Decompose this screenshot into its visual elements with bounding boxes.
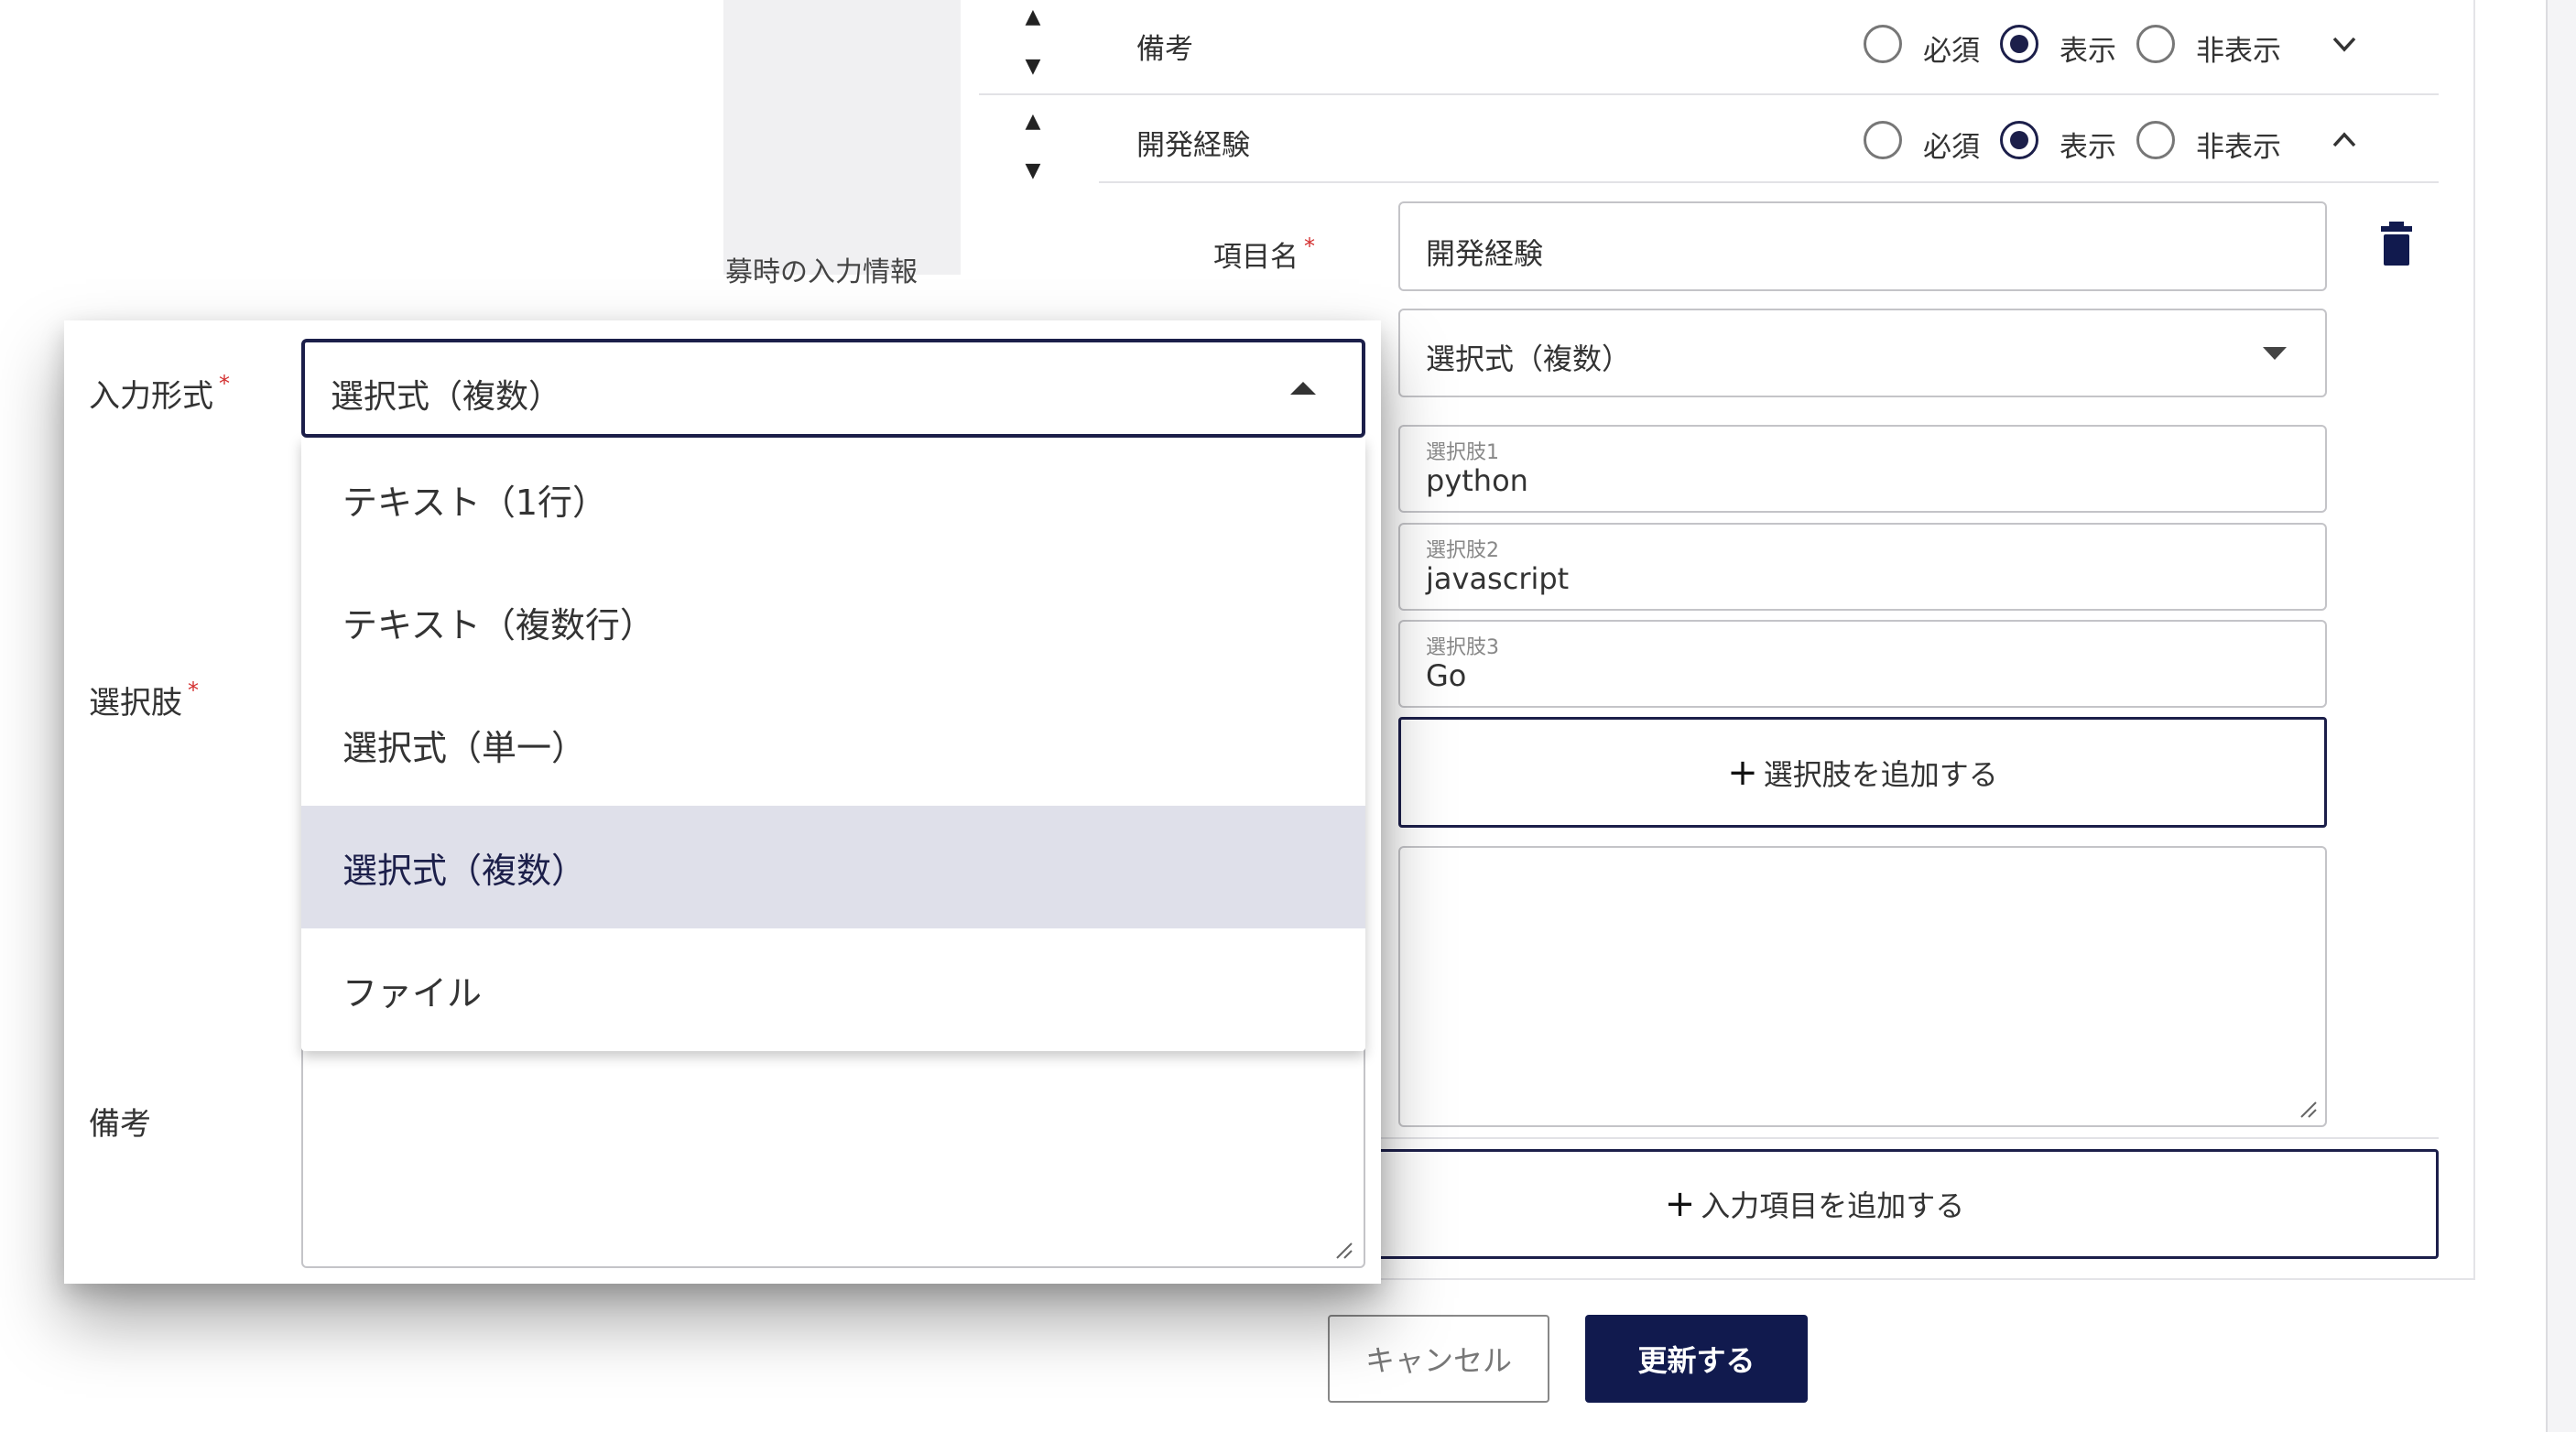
add-field-label: 入力項目を追加する <box>1701 1188 1965 1223</box>
item-name-value: 開発経験 <box>1426 236 1544 271</box>
radio-required[interactable] <box>1864 25 1902 63</box>
page-scroll-edge <box>2546 0 2576 1432</box>
radio-hide[interactable] <box>2136 121 2175 159</box>
choice-value: javascript <box>1426 561 1570 596</box>
field-row-label: 備考 <box>1136 33 1193 66</box>
input-type-label: 入力形式 * <box>89 371 230 415</box>
row-divider <box>979 93 2439 95</box>
radio-show-label: 表示 <box>2060 131 2116 164</box>
move-up-icon[interactable]: ▲ <box>1019 112 1047 132</box>
item-name-label: 項目名 * <box>1213 233 1315 274</box>
choice-float-label: 選択肢2 <box>1426 539 1499 562</box>
field-row-label: 開発経験 <box>1136 129 1250 162</box>
radio-show[interactable] <box>2000 121 2038 159</box>
choice-field-2[interactable]: 選択肢2 javascript <box>1398 523 2327 611</box>
plus-icon: + <box>1727 751 1758 794</box>
cancel-button[interactable]: キャンセル <box>1328 1315 1549 1403</box>
row-divider <box>1099 181 2439 183</box>
notes-label: 備考 <box>89 1106 151 1143</box>
choice-float-label: 選択肢1 <box>1426 441 1499 464</box>
choice-value: Go <box>1426 658 1467 693</box>
add-choice-button[interactable]: + 選択肢を追加する <box>1398 717 2327 828</box>
plus-icon: + <box>1664 1183 1696 1225</box>
section-label: 募時の入力情報 <box>725 256 918 288</box>
background-strip <box>723 0 961 275</box>
choice-float-label: 選択肢3 <box>1426 636 1499 659</box>
radio-show[interactable] <box>2000 25 2038 63</box>
radio-required[interactable] <box>1864 121 1902 159</box>
resize-handle-icon[interactable] <box>1333 1240 1353 1260</box>
chevron-up-icon[interactable] <box>2331 126 2358 154</box>
dropdown-arrow-icon <box>1290 382 1316 395</box>
chevron-down-icon[interactable] <box>2331 30 2358 58</box>
update-button[interactable]: 更新する <box>1585 1315 1808 1403</box>
menu-option[interactable]: 選択式（単一） <box>301 683 1365 806</box>
radio-hide-label: 非表示 <box>2196 131 2281 164</box>
input-type-menu: テキスト（1行） テキスト（複数行） 選択式（単一） 選択式（複数） ファイル <box>301 438 1365 1051</box>
input-type-value: 選択式（複数） <box>1426 342 1632 376</box>
choice-value: python <box>1426 463 1528 498</box>
modal-select-value: 選択式（複数） <box>331 378 562 416</box>
input-type-select[interactable]: 選択式（複数） <box>1398 309 2327 397</box>
radio-required-label: 必須 <box>1923 35 1980 68</box>
menu-option-selected[interactable]: 選択式（複数） <box>301 806 1365 928</box>
add-choice-label: 選択肢を追加する <box>1763 756 1998 792</box>
radio-required-label: 必須 <box>1923 131 1980 164</box>
resize-handle-icon[interactable] <box>2298 1099 2318 1119</box>
choice-field-1[interactable]: 選択肢1 python <box>1398 425 2327 513</box>
radio-show-label: 表示 <box>2060 35 2116 68</box>
dropdown-arrow-icon <box>2263 347 2287 360</box>
choices-label: 選択肢 * <box>89 678 199 721</box>
move-down-icon[interactable]: ▼ <box>1019 161 1047 181</box>
notes-textarea[interactable] <box>1398 846 2327 1127</box>
menu-option[interactable]: ファイル <box>301 928 1365 1051</box>
trash-icon[interactable] <box>2381 222 2412 266</box>
menu-option[interactable]: テキスト（1行） <box>301 438 1365 560</box>
radio-hide-label: 非表示 <box>2196 35 2281 68</box>
menu-option[interactable]: テキスト（複数行） <box>301 560 1365 683</box>
modal-input-type-select[interactable]: 選択式（複数） <box>301 339 1365 438</box>
choice-field-3[interactable]: 選択肢3 Go <box>1398 620 2327 708</box>
radio-hide[interactable] <box>2136 25 2175 63</box>
item-name-field[interactable]: 開発経験 <box>1398 201 2327 291</box>
move-down-icon[interactable]: ▼ <box>1019 57 1047 77</box>
move-up-icon[interactable]: ▲ <box>1019 7 1047 27</box>
modal-notes-textarea[interactable] <box>301 1044 1365 1268</box>
